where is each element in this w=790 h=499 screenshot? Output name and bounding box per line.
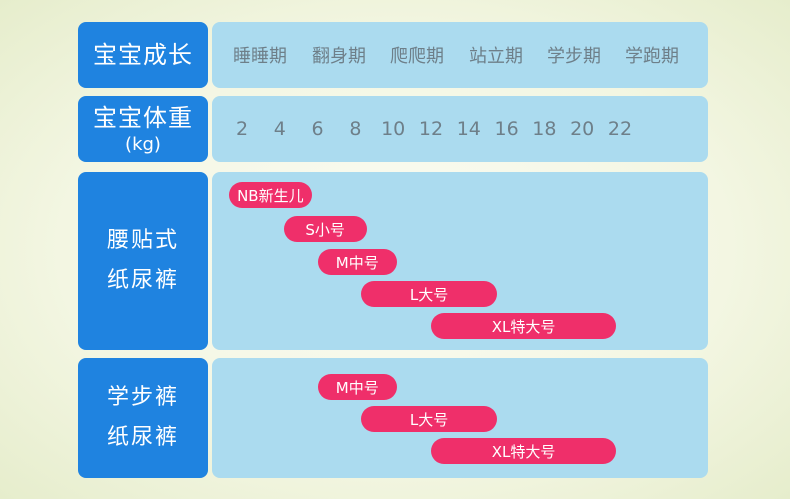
size-range-bar: L大号 [361, 406, 498, 432]
weight-tick-label: 12 [418, 118, 444, 140]
weight-tick-label: 2 [235, 118, 249, 140]
weight-tick-label: 10 [381, 118, 406, 140]
weight-tick-label: 22 [607, 118, 633, 140]
weight-tick-label: 14 [456, 118, 481, 140]
tape-diaper-label: 腰贴式 纸尿裤 [78, 172, 208, 350]
weight-tick-label: 18 [532, 118, 557, 140]
stage-label: 学跑期 [625, 46, 679, 67]
weight-row-label: 宝宝体重 (kg) [78, 96, 208, 162]
size-range-bar: L大号 [361, 281, 498, 307]
weight-tick-label: 4 [273, 118, 286, 140]
tape-diaper-label-line2: 纸尿裤 [106, 268, 179, 293]
pants-diaper-label-line1: 学步裤 [106, 385, 179, 410]
weight-tick-label: 8 [349, 118, 362, 140]
size-range-bar: XL特大号 [431, 438, 617, 464]
size-range-bar: M中号 [317, 374, 397, 400]
weight-tick-label: 20 [570, 118, 595, 140]
pants-diaper-panel: M中号 L大号 XL特大号 [212, 358, 708, 478]
stage-label: 站立期 [469, 46, 523, 67]
weight-unit-text: (kg) [125, 134, 161, 155]
stage-label: 爬爬期 [390, 46, 444, 67]
size-range-bar: M中号 [317, 249, 397, 275]
stage-row-panel: 睡睡期 翻身期 爬爬期 站立期 学步期 学跑期 [212, 22, 708, 88]
stage-label: 翻身期 [312, 46, 366, 67]
tape-diaper-panel: NB新生儿 S小号 M中号 L大号 XL特大号 [212, 172, 708, 350]
stage-row-label-text: 宝宝成长 [93, 41, 193, 69]
size-range-bar: XL特大号 [431, 313, 617, 339]
size-range-bar: S小号 [283, 216, 367, 242]
weight-row-label-text: 宝宝体重 [93, 104, 193, 132]
weight-tick-label: 6 [311, 118, 324, 140]
size-range-bar: NB新生儿 [228, 182, 312, 208]
pants-diaper-label-line2: 纸尿裤 [106, 425, 179, 450]
tape-diaper-label-line1: 腰贴式 [106, 228, 179, 253]
weight-axis-panel: 2 4 6 8 10 12 14 16 18 20 22 [212, 96, 708, 162]
stage-row-label: 宝宝成长 [78, 22, 208, 88]
stage-label: 睡睡期 [233, 46, 287, 67]
pants-diaper-label: 学步裤 纸尿裤 [78, 358, 208, 478]
stage-label: 学步期 [547, 46, 601, 67]
weight-tick-label: 16 [494, 118, 519, 140]
